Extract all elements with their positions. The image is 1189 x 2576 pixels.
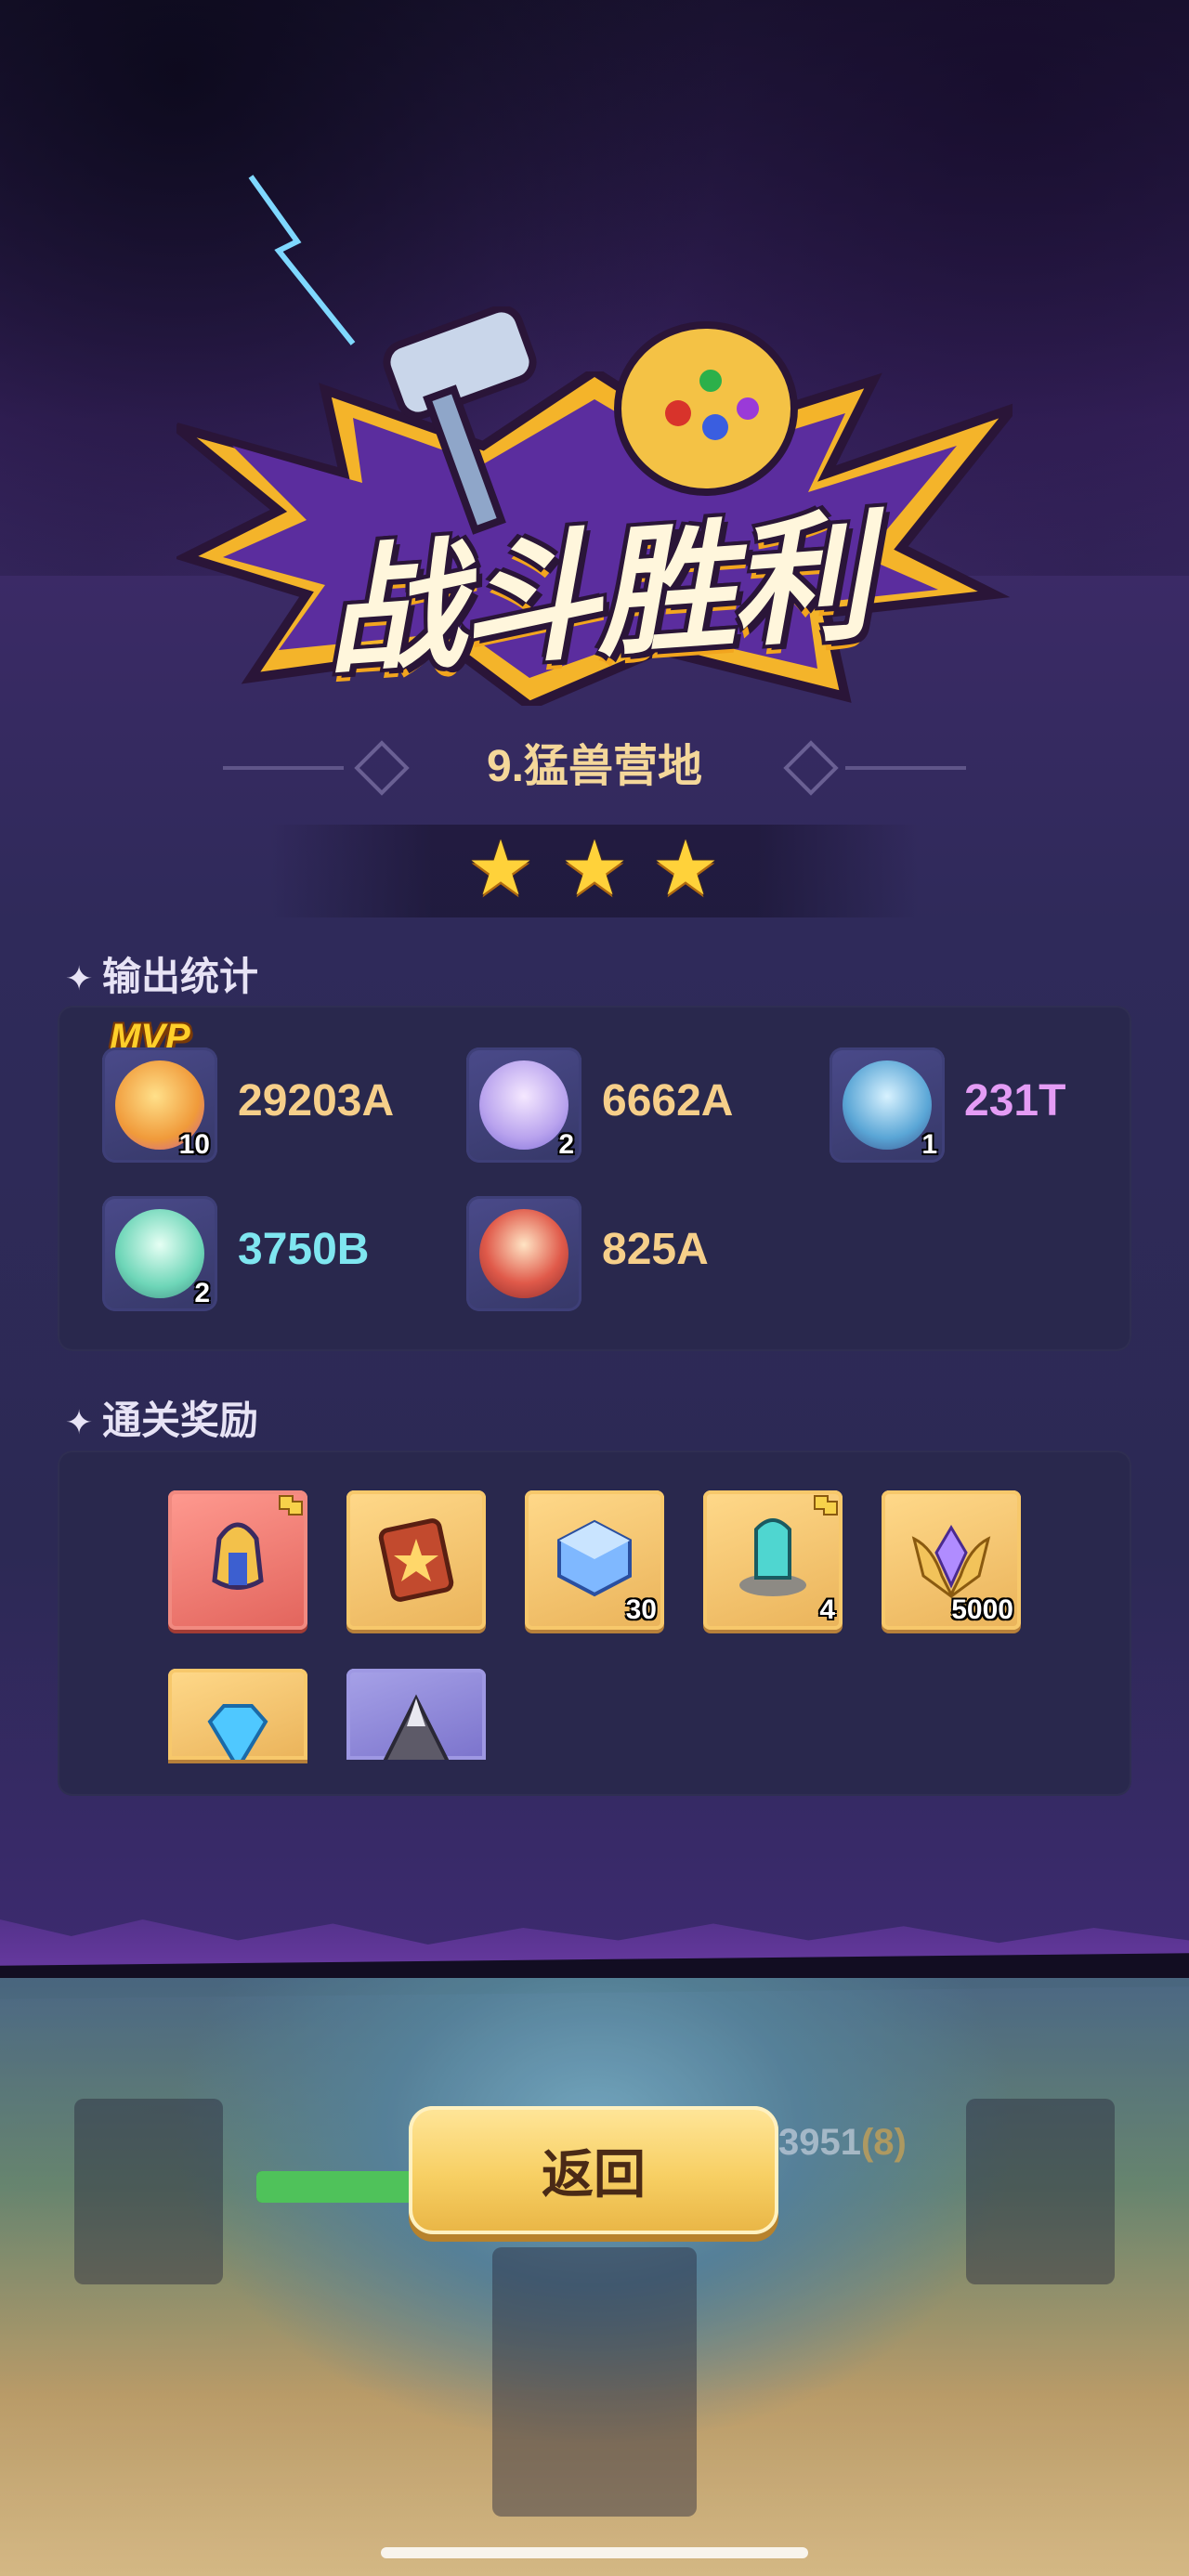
damage-stats-heading-text: 输出统计 <box>102 955 259 998</box>
rewards-heading: ✦ 通关奖励 <box>65 1389 258 1446</box>
scene-hero-slot <box>74 2099 223 2284</box>
star-icon: ★ <box>651 826 720 911</box>
spell-book-icon <box>378 1518 454 1602</box>
home-indicator <box>381 2547 808 2558</box>
reward-item[interactable] <box>346 1669 486 1760</box>
reward-item[interactable] <box>168 1669 307 1760</box>
hero-level: 2 <box>194 1278 210 1308</box>
star-icon: ★ <box>560 826 629 911</box>
scene-health-bar <box>256 2171 414 2203</box>
victory-screen: 战斗胜利 9.猛兽营地 ★ ★ ★ ✦ 输出统计 MVP 10 29203A 2 … <box>0 0 1189 2576</box>
reward-item[interactable] <box>168 1490 307 1630</box>
reward-item[interactable]: 4 <box>703 1490 843 1630</box>
hero-level: 10 <box>178 1129 210 1160</box>
reward-item[interactable]: 5000 <box>882 1490 1021 1630</box>
winged-gem-icon <box>911 1525 991 1598</box>
hero-damage-value: 3750B <box>238 1225 370 1274</box>
reward-item[interactable]: 30 <box>525 1490 664 1630</box>
scene-score-paren: (8) <box>860 2122 907 2163</box>
scene-score: 3951(8) <box>778 2122 907 2164</box>
damage-stats-card <box>58 1006 1131 1351</box>
bell-staff-fragment-icon <box>212 1522 264 1590</box>
fragment-icon <box>279 1495 303 1516</box>
star-icon: ★ <box>466 826 535 911</box>
hero-portrait <box>479 1060 568 1150</box>
scene-throne <box>492 2247 697 2517</box>
reward-count: 4 <box>819 1594 835 1625</box>
hero-avatar[interactable]: 2 <box>102 1196 217 1311</box>
hero-portrait <box>843 1060 932 1150</box>
scene-score-value: 3951 <box>778 2122 861 2163</box>
fragment-icon <box>814 1495 838 1516</box>
return-button[interactable]: 返回 <box>409 2106 778 2234</box>
diamond-icon <box>207 1704 268 1760</box>
sparkle-icon: ✦ <box>65 959 94 997</box>
hero-damage-value: 825A <box>602 1225 709 1274</box>
hero-avatar[interactable]: 1 <box>830 1047 945 1163</box>
victory-title: 战斗胜利 <box>319 496 872 696</box>
stone-shard-icon <box>383 1694 450 1760</box>
hero-damage-value: 29203A <box>238 1076 395 1125</box>
hero-portrait <box>115 1209 204 1298</box>
crystal-tower-fragment-icon <box>739 1518 806 1596</box>
scene-hero-slot <box>966 2099 1115 2284</box>
hero-level: 2 <box>558 1129 574 1160</box>
hero-avatar[interactable]: 2 <box>466 1047 581 1163</box>
sparkle-icon: ✦ <box>65 1403 94 1441</box>
hero-level: 1 <box>921 1129 937 1160</box>
rewards-heading-text: 通关奖励 <box>102 1399 259 1442</box>
stage-divider-right <box>845 766 966 770</box>
reward-count: 5000 <box>951 1594 1013 1625</box>
hero-damage-value: 231T <box>964 1076 1066 1125</box>
blue-cube-icon <box>557 1519 632 1597</box>
damage-stats-heading: ✦ 输出统计 <box>65 945 258 1002</box>
hero-avatar[interactable] <box>466 1196 581 1311</box>
hero-damage-value: 6662A <box>602 1076 734 1125</box>
reward-count: 30 <box>625 1594 657 1625</box>
reward-item[interactable] <box>346 1490 486 1630</box>
hero-portrait <box>479 1209 568 1298</box>
hero-avatar[interactable]: 10 <box>102 1047 217 1163</box>
